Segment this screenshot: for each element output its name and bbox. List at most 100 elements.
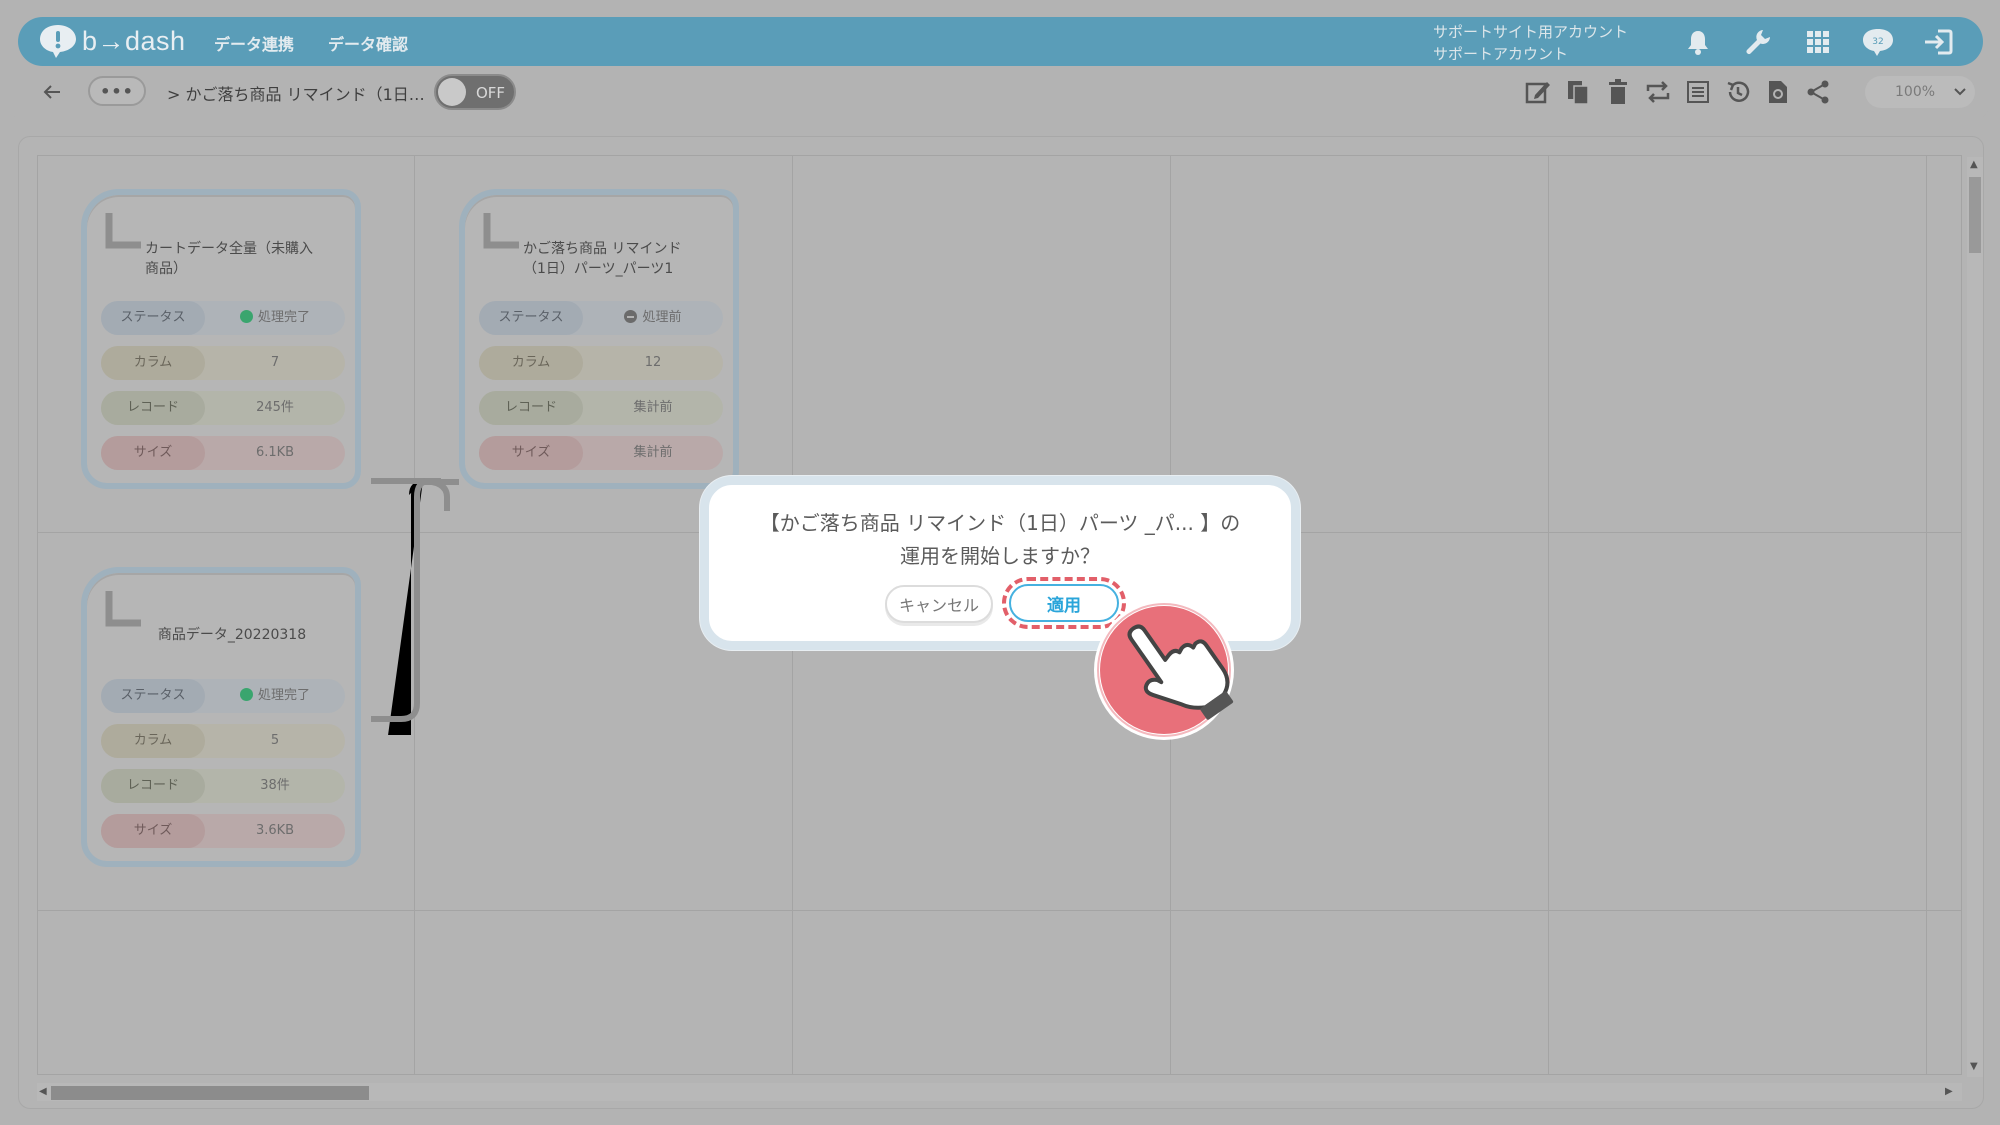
- breadcrumb-current: > かご落ち商品 リマインド（1日…: [167, 85, 425, 104]
- data-node-reminder-part[interactable]: かご落ち商品 リマインド（1日）パーツ_パーツ1 ステータス 処理前 カラム 1…: [459, 189, 739, 489]
- scroll-up-icon[interactable]: ▲: [1970, 159, 1978, 170]
- node-size-row: サイズ 6.1KB: [101, 436, 345, 470]
- bdash-logo[interactable]: b→dash: [38, 23, 186, 59]
- status-text: 処理完了: [257, 688, 310, 703]
- chat-bubble-icon[interactable]: 32: [1860, 24, 1896, 60]
- copy-icon[interactable]: [1564, 78, 1592, 106]
- column-label: カラム: [101, 346, 205, 380]
- list-icon[interactable]: [1684, 78, 1712, 106]
- chevron-down-icon: [1954, 88, 1966, 96]
- node-title: 商品データ_20220318: [157, 627, 307, 643]
- node-column-row: カラム 7: [101, 346, 345, 380]
- horizontal-scrollbar[interactable]: ◀ ▶: [37, 1083, 1962, 1101]
- column-value: 12: [644, 355, 662, 370]
- record-value: 集計前: [633, 400, 673, 415]
- status-text: 処理完了: [257, 310, 310, 325]
- chat-badge-count: 32: [1872, 37, 1883, 47]
- node-record-row: レコード 245件: [101, 391, 345, 425]
- status-value: 処理完了: [205, 679, 345, 713]
- toggle-label: OFF: [476, 84, 506, 102]
- status-value: 処理完了: [205, 301, 345, 335]
- column-value: 5: [270, 733, 280, 748]
- refresh-file-icon[interactable]: [1764, 78, 1792, 106]
- node-status-row: ステータス 処理前: [479, 301, 723, 335]
- record-label: レコード: [479, 391, 583, 425]
- edit-icon[interactable]: [1524, 78, 1552, 106]
- account-name: サポートアカウント: [1433, 45, 1569, 63]
- bell-icon[interactable]: [1680, 24, 1716, 60]
- data-node-cart[interactable]: カートデータ全量（未購入商品） ステータス 処理完了 カラム 7 レコード 24…: [81, 189, 361, 489]
- node-corner-icon: [105, 213, 141, 249]
- column-label: カラム: [101, 724, 205, 758]
- node-column-row: カラム 5: [101, 724, 345, 758]
- size-value: 集計前: [633, 445, 673, 460]
- logout-icon[interactable]: [1920, 24, 1956, 60]
- data-node-product[interactable]: 商品データ_20220318 ステータス 処理完了 カラム 5 レコード 38件…: [81, 567, 361, 867]
- size-label: サイズ: [479, 436, 583, 470]
- node-title: カートデータ全量（未購入商品）: [145, 241, 313, 277]
- status-label: ステータス: [101, 301, 205, 335]
- pointing-hand-icon: [1094, 600, 1234, 740]
- record-value: 245件: [256, 400, 294, 415]
- app-header: b→dash データ連携 データ確認 サポートサイト用アカウント サポートアカウ…: [18, 17, 1983, 66]
- logo-text: b→dash: [82, 25, 186, 56]
- nav-data-integration[interactable]: データ連携: [214, 31, 294, 55]
- record-value: 38件: [260, 778, 290, 793]
- zoom-select[interactable]: 100%: [1865, 76, 1975, 108]
- vertical-scroll-thumb[interactable]: [1969, 177, 1981, 253]
- history-icon[interactable]: [1724, 78, 1752, 106]
- logo-bubble-icon: [40, 25, 76, 58]
- dialog-message-line1: 【かご落ち商品 リマインド（1日）パーツ _パ... 】の: [759, 511, 1241, 535]
- node-corner-icon: [105, 591, 141, 627]
- node-title: かご落ち商品 リマインド（1日）パーツ_パーツ1: [523, 241, 682, 277]
- node-connector-paths: [371, 478, 450, 722]
- node-status-row: ステータス 処理完了: [101, 301, 345, 335]
- connector-end: [419, 479, 459, 485]
- play-icon: [239, 688, 253, 701]
- cancel-button[interactable]: キャンセル: [885, 585, 993, 623]
- toolbar-icons: [1524, 78, 1832, 106]
- dialog-message-line2: 運用を開始しますか？: [900, 544, 1100, 568]
- node-column-row: カラム 12: [479, 346, 723, 380]
- status-label: ステータス: [101, 679, 205, 713]
- record-label: レコード: [101, 391, 205, 425]
- nav-data-check[interactable]: データ確認: [328, 31, 408, 55]
- column-value: 7: [270, 355, 280, 370]
- apps-grid-icon[interactable]: [1800, 24, 1836, 60]
- account-site: サポートサイト用アカウント: [1433, 23, 1629, 41]
- record-label: レコード: [101, 769, 205, 803]
- node-size-row: サイズ 集計前: [479, 436, 723, 470]
- node-record-row: レコード 集計前: [479, 391, 723, 425]
- node-status-row: ステータス 処理完了: [101, 679, 345, 713]
- scroll-left-icon[interactable]: ◀: [39, 1086, 47, 1097]
- size-value: 6.1KB: [255, 445, 295, 460]
- minus-circle-icon: [624, 310, 638, 323]
- play-icon: [239, 310, 253, 323]
- header-icons: 32: [1680, 24, 1956, 60]
- status-value: 処理前: [583, 301, 723, 335]
- node-corner-icon: [483, 213, 519, 249]
- size-label: サイズ: [101, 436, 205, 470]
- account-info[interactable]: サポートサイト用アカウント サポートアカウント: [1433, 21, 1628, 65]
- node-size-row: サイズ 3.6KB: [101, 814, 345, 848]
- status-label: ステータス: [479, 301, 583, 335]
- main-nav: データ連携 データ確認: [214, 31, 408, 55]
- status-text: 処理前: [642, 310, 682, 325]
- scroll-down-icon[interactable]: ▼: [1970, 1061, 1978, 1072]
- dialog-message: 【かご落ち商品 リマインド（1日）パーツ _パ... 】の 運用を開始しますか？: [709, 507, 1291, 573]
- scroll-right-icon[interactable]: ▶: [1945, 1086, 1953, 1097]
- wrench-icon[interactable]: [1740, 24, 1776, 60]
- size-label: サイズ: [101, 814, 205, 848]
- horizontal-scroll-thumb[interactable]: [51, 1086, 369, 1100]
- breadcrumb-more-button[interactable]: •••: [88, 76, 146, 106]
- workflow-toolbar: ••• > かご落ち商品 リマインド（1日… OFF 100%: [10, 66, 1988, 118]
- share-icon[interactable]: [1804, 78, 1832, 106]
- operation-toggle[interactable]: OFF: [434, 74, 516, 110]
- size-value: 3.6KB: [255, 823, 295, 838]
- vertical-scrollbar[interactable]: ▲ ▼: [1967, 157, 1983, 1077]
- node-record-row: レコード 38件: [101, 769, 345, 803]
- repeat-icon[interactable]: [1644, 78, 1672, 106]
- trash-icon[interactable]: [1604, 78, 1632, 106]
- column-label: カラム: [479, 346, 583, 380]
- back-arrow-icon[interactable]: [40, 80, 64, 104]
